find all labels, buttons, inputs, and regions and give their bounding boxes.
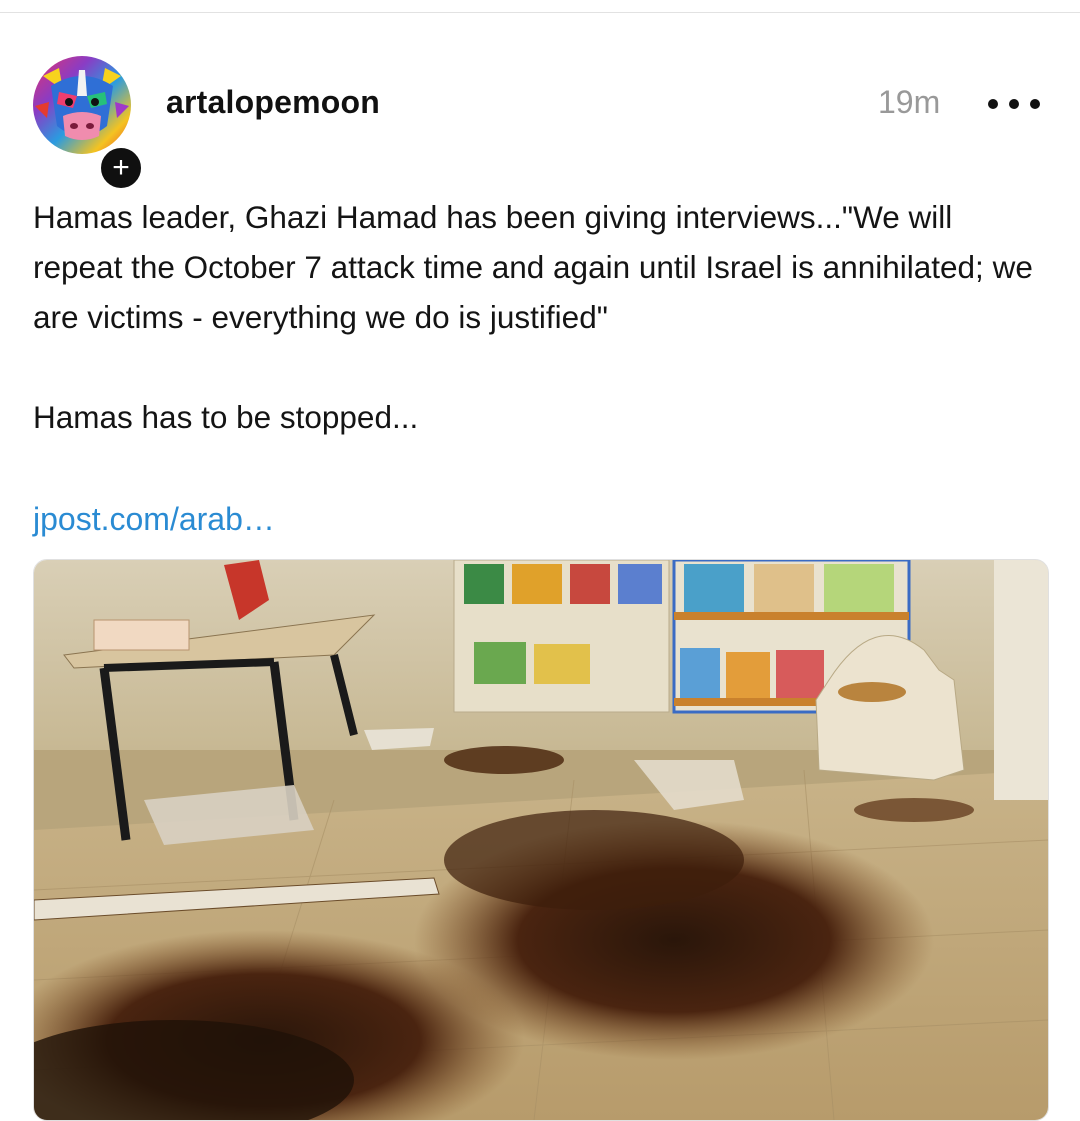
more-horizontal-icon-dot [1030,99,1040,109]
post-paragraph-2: Hamas has to be stopped... [33,399,419,435]
post-paragraph-1: Hamas leader, Ghazi Hamad has been givin… [33,199,1033,335]
follow-button[interactable]: + [97,144,145,192]
top-divider [0,12,1080,13]
post-link[interactable]: jpost.com/arab… [33,494,275,544]
post-body: Hamas leader, Ghazi Hamad has been givin… [33,192,1043,442]
more-options-button[interactable] [988,86,1040,122]
avatar[interactable] [33,56,131,154]
more-horizontal-icon-dot [1009,99,1019,109]
author-avatar-container[interactable]: + [33,56,145,192]
classroom-photo [34,560,1048,1120]
colorful-cow-avatar-icon [33,56,131,154]
plus-icon: + [112,151,130,184]
post-timestamp: 19m [878,84,941,120]
more-horizontal-icon [988,99,998,109]
post-media-photo[interactable] [33,559,1049,1121]
author-username[interactable]: artalopemoon [166,84,380,121]
